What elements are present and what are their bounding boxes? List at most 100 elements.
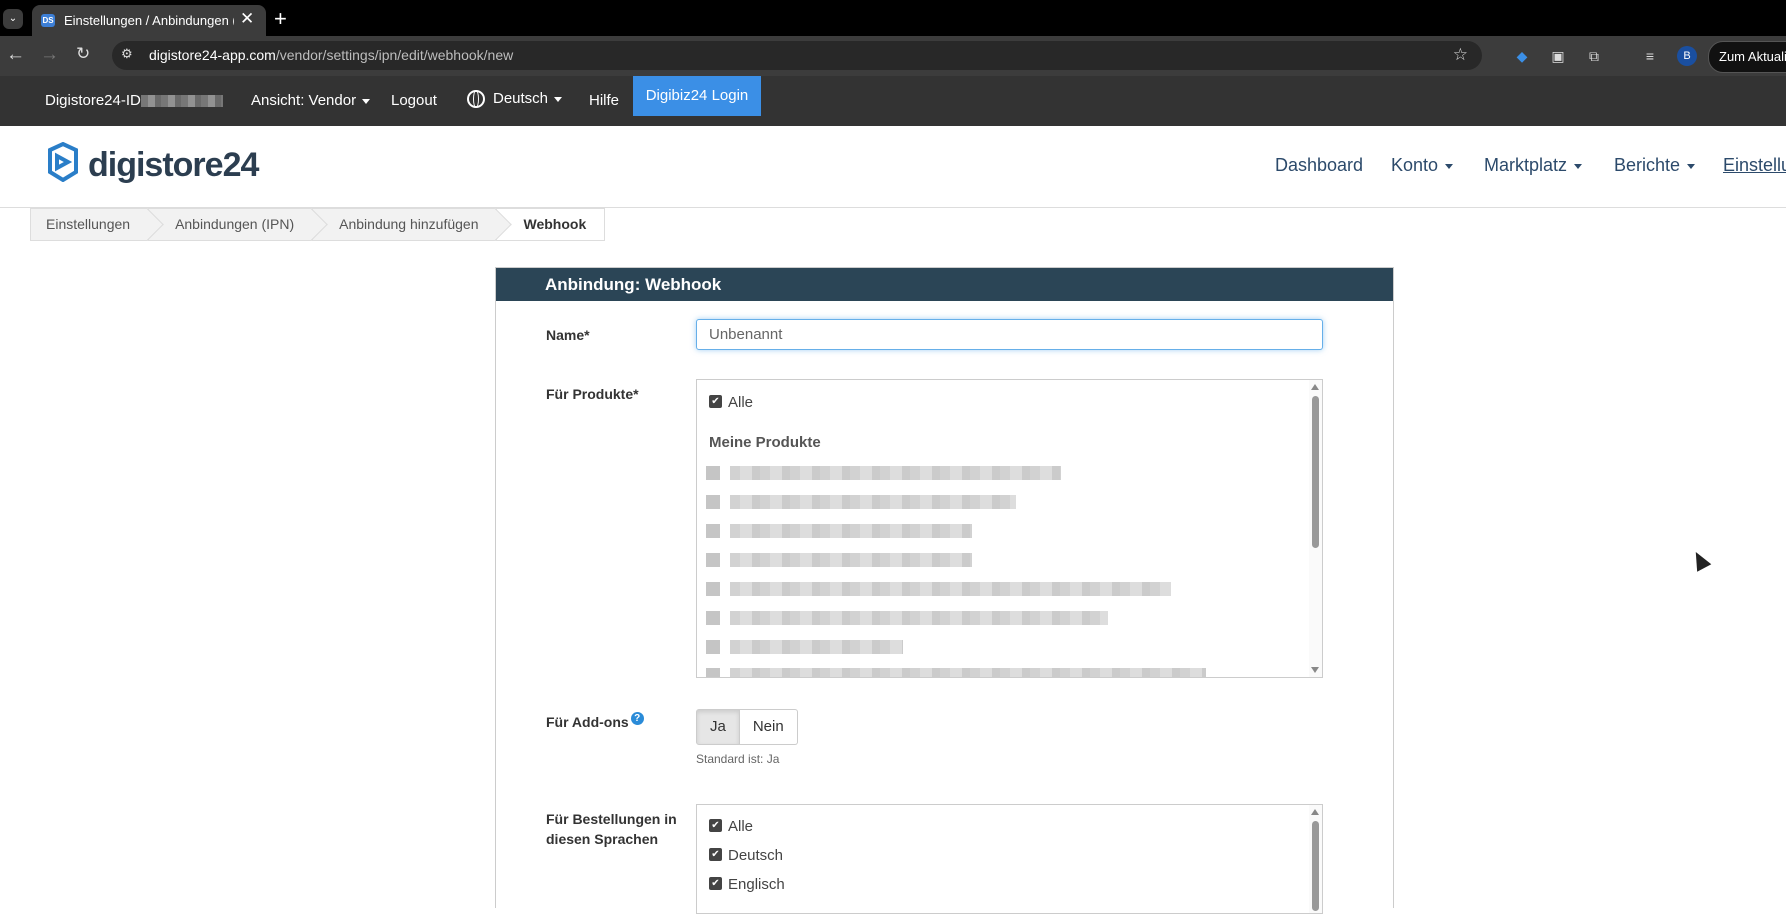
main-header: digistore24 Dashboard Konto Marktplatz B… xyxy=(0,126,1786,208)
language-englisch-checkbox[interactable]: ✔ Englisch xyxy=(709,876,785,893)
nav-marktplatz[interactable]: Marktplatz xyxy=(1484,155,1583,176)
nav-konto[interactable]: Konto xyxy=(1391,155,1454,176)
browser-toolbar: ← → ↻ ⚙ digistore24-app.com/vendor/setti… xyxy=(0,36,1786,76)
caret-down-icon xyxy=(1687,163,1696,169)
reload-icon[interactable]: ↻ xyxy=(76,44,90,64)
scrollbar-thumb[interactable] xyxy=(1312,396,1319,548)
back-icon[interactable]: ← xyxy=(6,44,25,66)
media-control-icon[interactable]: ≡ xyxy=(1640,46,1660,66)
tab-search-chevron-icon[interactable]: ⌄ xyxy=(3,9,23,29)
product-item-redacted[interactable] xyxy=(706,668,1206,677)
nav-berichte[interactable]: Berichte xyxy=(1614,155,1696,176)
bookmark-star-icon[interactable]: ☆ xyxy=(1453,45,1468,65)
product-item-redacted[interactable] xyxy=(706,582,1171,596)
nav-berichte-label: Berichte xyxy=(1614,155,1681,175)
language-all-label: Alle xyxy=(728,818,754,835)
logout-link[interactable]: Logout xyxy=(391,92,437,109)
product-item-redacted[interactable] xyxy=(706,553,972,567)
languages-label-line2: diesen Sprachen xyxy=(546,831,659,847)
new-tab-icon[interactable]: + xyxy=(274,6,287,32)
globe-icon xyxy=(467,90,485,109)
account-id-label: Digistore24-ID xyxy=(45,92,141,109)
forward-icon[interactable]: → xyxy=(40,44,59,66)
languages-listbox[interactable]: ✔ Alle ✔ Deutsch ✔ Englisch xyxy=(696,804,1323,914)
addons-label: Für Add-ons? xyxy=(546,712,644,732)
scroll-up-icon[interactable] xyxy=(1311,809,1319,815)
caret-down-icon xyxy=(362,98,371,104)
product-item-redacted[interactable] xyxy=(706,524,972,538)
logo-text[interactable]: digistore24 xyxy=(88,146,259,185)
languages-scrollbar[interactable] xyxy=(1309,805,1322,913)
name-input[interactable] xyxy=(696,319,1323,350)
site-info-icon[interactable]: ⚙ xyxy=(121,46,133,62)
products-all-checkbox[interactable]: ✔ Alle xyxy=(709,394,753,411)
product-item-redacted[interactable] xyxy=(706,611,1108,625)
panel-title: Anbindung: Webhook xyxy=(545,275,722,294)
account-id: Digistore24-ID xyxy=(45,92,223,109)
addons-no-button[interactable]: Nein xyxy=(739,709,798,745)
product-item-redacted[interactable] xyxy=(706,640,903,654)
languages-label-line1: Für Bestellungen in xyxy=(546,811,677,827)
favicon-icon: DS xyxy=(41,14,55,27)
breadcrumb-einstellungen[interactable]: Einstellungen xyxy=(30,208,150,241)
product-item-redacted[interactable] xyxy=(706,495,1016,509)
extensions-puzzle-icon[interactable]: ⧉ xyxy=(1584,46,1604,66)
webhook-form-panel: Anbindung: Webhook Name* Für Produkte* ✔… xyxy=(495,267,1394,914)
product-item-redacted[interactable] xyxy=(706,466,1061,480)
nav-marktplatz-label: Marktplatz xyxy=(1484,155,1568,175)
addons-hint: Standard ist: Ja xyxy=(696,752,780,766)
update-chrome-button[interactable]: Zum Aktualis xyxy=(1708,41,1786,73)
redacted-id xyxy=(140,95,223,108)
addons-toggle: Ja Nein xyxy=(696,709,798,745)
products-listbox[interactable]: ✔ Alle Meine Produkte xyxy=(696,379,1323,678)
checkbox-checked-icon: ✔ xyxy=(709,848,722,862)
scroll-up-icon[interactable] xyxy=(1311,384,1319,390)
view-dropdown-label: Ansicht: Vendor xyxy=(251,92,357,109)
help-link[interactable]: Hilfe xyxy=(589,92,619,109)
address-bar[interactable]: ⚙ digistore24-app.com/vendor/settings/ip… xyxy=(112,41,1482,70)
nav-konto-label: Konto xyxy=(1391,155,1439,175)
utility-bar: Digistore24-ID Ansicht: Vendor Logout De… xyxy=(0,76,1786,127)
breadcrumb-anbindung-hinzufuegen[interactable]: Anbindung hinzufügen xyxy=(313,208,498,241)
checkbox-checked-icon: ✔ xyxy=(709,819,722,833)
products-scrollbar[interactable] xyxy=(1309,380,1322,677)
language-englisch-label: Englisch xyxy=(728,876,785,893)
caret-down-icon xyxy=(554,96,563,102)
products-group-heading: Meine Produkte xyxy=(709,434,821,451)
tab-close-icon[interactable]: ✕ xyxy=(240,9,254,29)
nav-dashboard[interactable]: Dashboard xyxy=(1275,155,1363,176)
language-dropdown[interactable]: Deutsch xyxy=(467,90,563,109)
browser-tab[interactable]: DS Einstellungen / Anbindungen (I ✕ xyxy=(32,5,266,36)
language-label: Deutsch xyxy=(493,90,549,107)
breadcrumb-anbindungen[interactable]: Anbindungen (IPN) xyxy=(149,208,314,241)
caret-down-icon xyxy=(1574,163,1583,169)
addons-label-text: Für Add-ons xyxy=(546,714,629,730)
panel-header: Anbindung: Webhook xyxy=(496,268,1393,301)
nav-einstellungen[interactable]: Einstellu xyxy=(1723,155,1786,176)
devtools-extension-icon[interactable]: ▣ xyxy=(1548,46,1568,66)
view-dropdown[interactable]: Ansicht: Vendor xyxy=(251,92,371,109)
language-deutsch-checkbox[interactable]: ✔ Deutsch xyxy=(709,847,783,864)
scrollbar-thumb[interactable] xyxy=(1312,821,1319,911)
name-label: Name* xyxy=(546,327,590,343)
browser-tab-strip: ⌄ DS Einstellungen / Anbindungen (I ✕ + xyxy=(0,0,1786,36)
language-all-checkbox[interactable]: ✔ Alle xyxy=(709,818,753,835)
caret-down-icon xyxy=(1445,163,1454,169)
digibiz-login-button[interactable]: Digibiz24 Login xyxy=(633,76,761,116)
checkbox-checked-icon: ✔ xyxy=(709,877,722,891)
checkbox-checked-icon: ✔ xyxy=(709,395,722,409)
url-text: digistore24-app.com/vendor/settings/ipn/… xyxy=(149,47,514,63)
mouse-cursor-icon xyxy=(1690,549,1710,571)
language-deutsch-label: Deutsch xyxy=(728,847,784,864)
breadcrumb: Einstellungen Anbindungen (IPN) Anbindun… xyxy=(30,208,606,241)
digistore-logo-icon[interactable] xyxy=(44,141,82,185)
help-question-icon[interactable]: ? xyxy=(630,712,644,725)
tab-title: Einstellungen / Anbindungen (I xyxy=(64,13,234,28)
breadcrumb-webhook: Webhook xyxy=(497,208,606,241)
products-all-label: Alle xyxy=(728,394,754,411)
products-label: Für Produkte* xyxy=(546,386,639,402)
scroll-down-icon[interactable] xyxy=(1311,667,1319,673)
addons-yes-button[interactable]: Ja xyxy=(696,709,740,745)
profile-avatar[interactable]: B xyxy=(1677,46,1697,66)
extension-icon[interactable]: ◆ xyxy=(1512,46,1532,66)
